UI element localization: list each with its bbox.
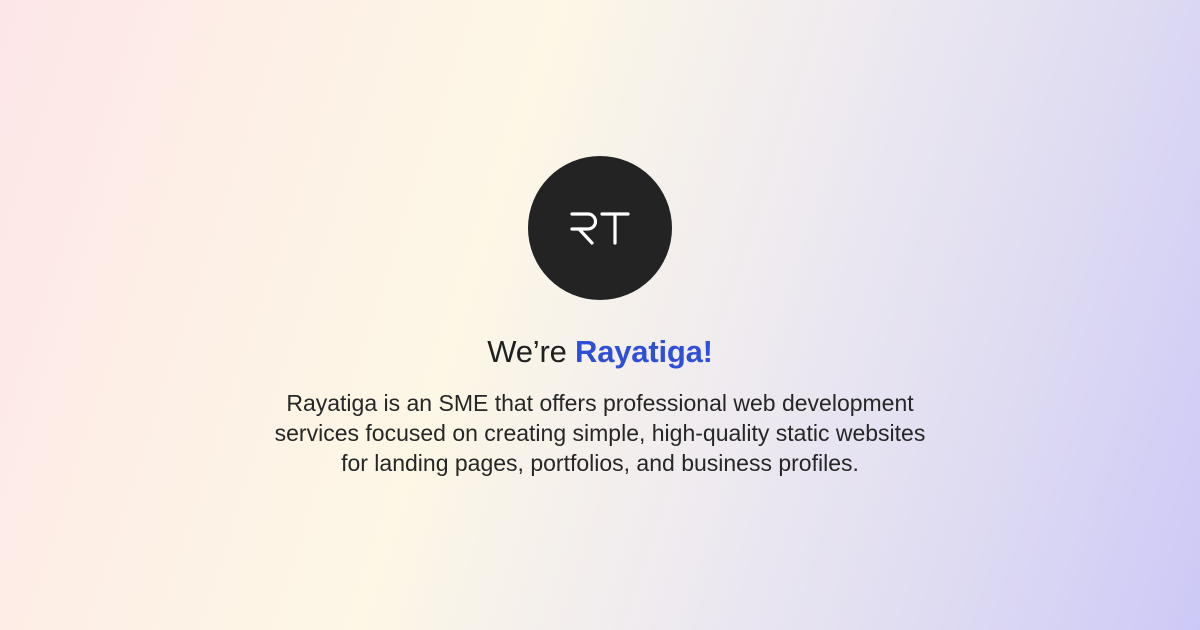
description-line: Rayatiga is an SME that offers professio… (286, 390, 914, 416)
description-line: services focused on creating simple, hig… (274, 420, 926, 446)
description-line: for landing pages, portfolios, and busin… (341, 450, 859, 476)
brand-name: Rayatiga! (575, 334, 713, 369)
logo (528, 156, 672, 300)
hero-card: We’re Rayatiga! Rayatiga is an SME that … (0, 0, 1200, 630)
rt-monogram (570, 212, 630, 245)
description: Rayatiga is an SME that offers professio… (200, 388, 1000, 478)
headline-prefix: We’re (487, 334, 576, 369)
headline: We’re Rayatiga! (0, 332, 1200, 372)
